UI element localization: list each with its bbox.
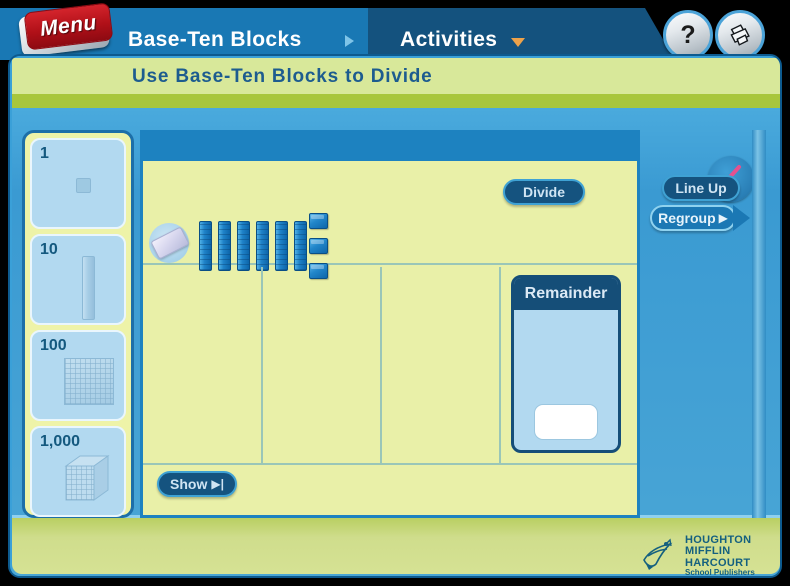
eraser-icon[interactable] — [149, 223, 190, 263]
rod-block[interactable] — [237, 221, 250, 271]
page-title: Use Base-Ten Blocks to Divide — [132, 66, 433, 87]
column-separator — [261, 267, 263, 463]
question-mark-icon: ? — [680, 20, 696, 49]
column-separator — [499, 267, 501, 463]
app-title: Base-Ten Blocks — [128, 28, 302, 51]
app-window: Base-Ten Blocks Activities Menu ? Use Ba… — [0, 0, 790, 586]
palette-item-1000[interactable]: 1,000 — [30, 426, 126, 517]
rod-block[interactable] — [275, 221, 288, 271]
work-area: Divide Remainder Show ▶| — [140, 130, 640, 518]
publisher-logo: HOUGHTON MIFFLIN HARCOURT School Publish… — [640, 534, 780, 578]
rod-block[interactable] — [256, 221, 269, 271]
right-rail — [752, 130, 766, 518]
palette-item-100[interactable]: 100 — [30, 330, 126, 421]
unit-cube-icon — [76, 178, 91, 193]
rod-block[interactable] — [199, 221, 212, 271]
rod-group[interactable] — [199, 221, 319, 271]
column-separator — [380, 267, 382, 463]
block-palette: 1 10 100 1,000 — [22, 130, 134, 518]
line-up-button[interactable]: Line Up — [662, 175, 740, 201]
subtitle-bar: Use Base-Ten Blocks to Divide — [12, 58, 780, 94]
line-up-button-label: Line Up — [675, 180, 727, 196]
triangle-right-icon: ▶ — [718, 211, 728, 225]
show-button-label: Show — [170, 476, 208, 492]
eraser-glyph — [150, 226, 190, 260]
remainder-header: Remainder — [514, 278, 618, 310]
chevron-down-icon[interactable] — [511, 38, 525, 47]
regroup-button[interactable]: Regroup ▶ — [650, 205, 750, 231]
help-button[interactable]: ? — [663, 10, 713, 60]
menu-button-label: Menu — [38, 11, 99, 41]
cube-grid-texture — [66, 466, 94, 500]
logo-text: HOUGHTON MIFFLIN HARCOURT School Publish… — [685, 534, 755, 577]
palette-item-1[interactable]: 1 — [30, 138, 126, 229]
unit-block[interactable] — [309, 238, 328, 254]
palette-label: 1 — [40, 145, 49, 162]
flat-icon — [64, 358, 114, 405]
printer-icon — [730, 24, 750, 46]
play-to-end-icon: ▶| — [211, 477, 224, 491]
divide-button[interactable]: Divide — [503, 179, 585, 205]
large-cube-icon — [60, 450, 116, 506]
palette-item-10[interactable]: 10 — [30, 234, 126, 325]
olive-divider — [12, 94, 780, 108]
unit-block[interactable] — [309, 213, 328, 229]
hmh-dolphin-icon — [640, 538, 680, 574]
print-button[interactable] — [715, 10, 765, 60]
rod-block[interactable] — [218, 221, 231, 271]
regroup-button-label: Regroup — [658, 210, 716, 226]
show-button[interactable]: Show ▶| — [157, 471, 237, 497]
triangle-right-icon — [345, 35, 354, 47]
tab-activities[interactable]: Activities — [400, 28, 497, 52]
palette-label: 100 — [40, 337, 67, 354]
source-tray[interactable]: Divide — [143, 161, 637, 279]
rod-icon — [82, 256, 95, 320]
rod-block[interactable] — [294, 221, 307, 271]
division-columns: Remainder — [143, 267, 637, 465]
logo-line-2: MIFFLIN — [685, 545, 731, 558]
remainder-panel: Remainder — [511, 275, 621, 453]
palette-label: 10 — [40, 241, 58, 258]
palette-label: 1,000 — [40, 433, 81, 450]
remainder-input[interactable] — [534, 404, 598, 440]
work-area-header — [143, 133, 637, 161]
logo-tagline: School Publishers — [685, 567, 755, 577]
remainder-title: Remainder — [524, 285, 608, 302]
divide-button-label: Divide — [522, 184, 565, 200]
